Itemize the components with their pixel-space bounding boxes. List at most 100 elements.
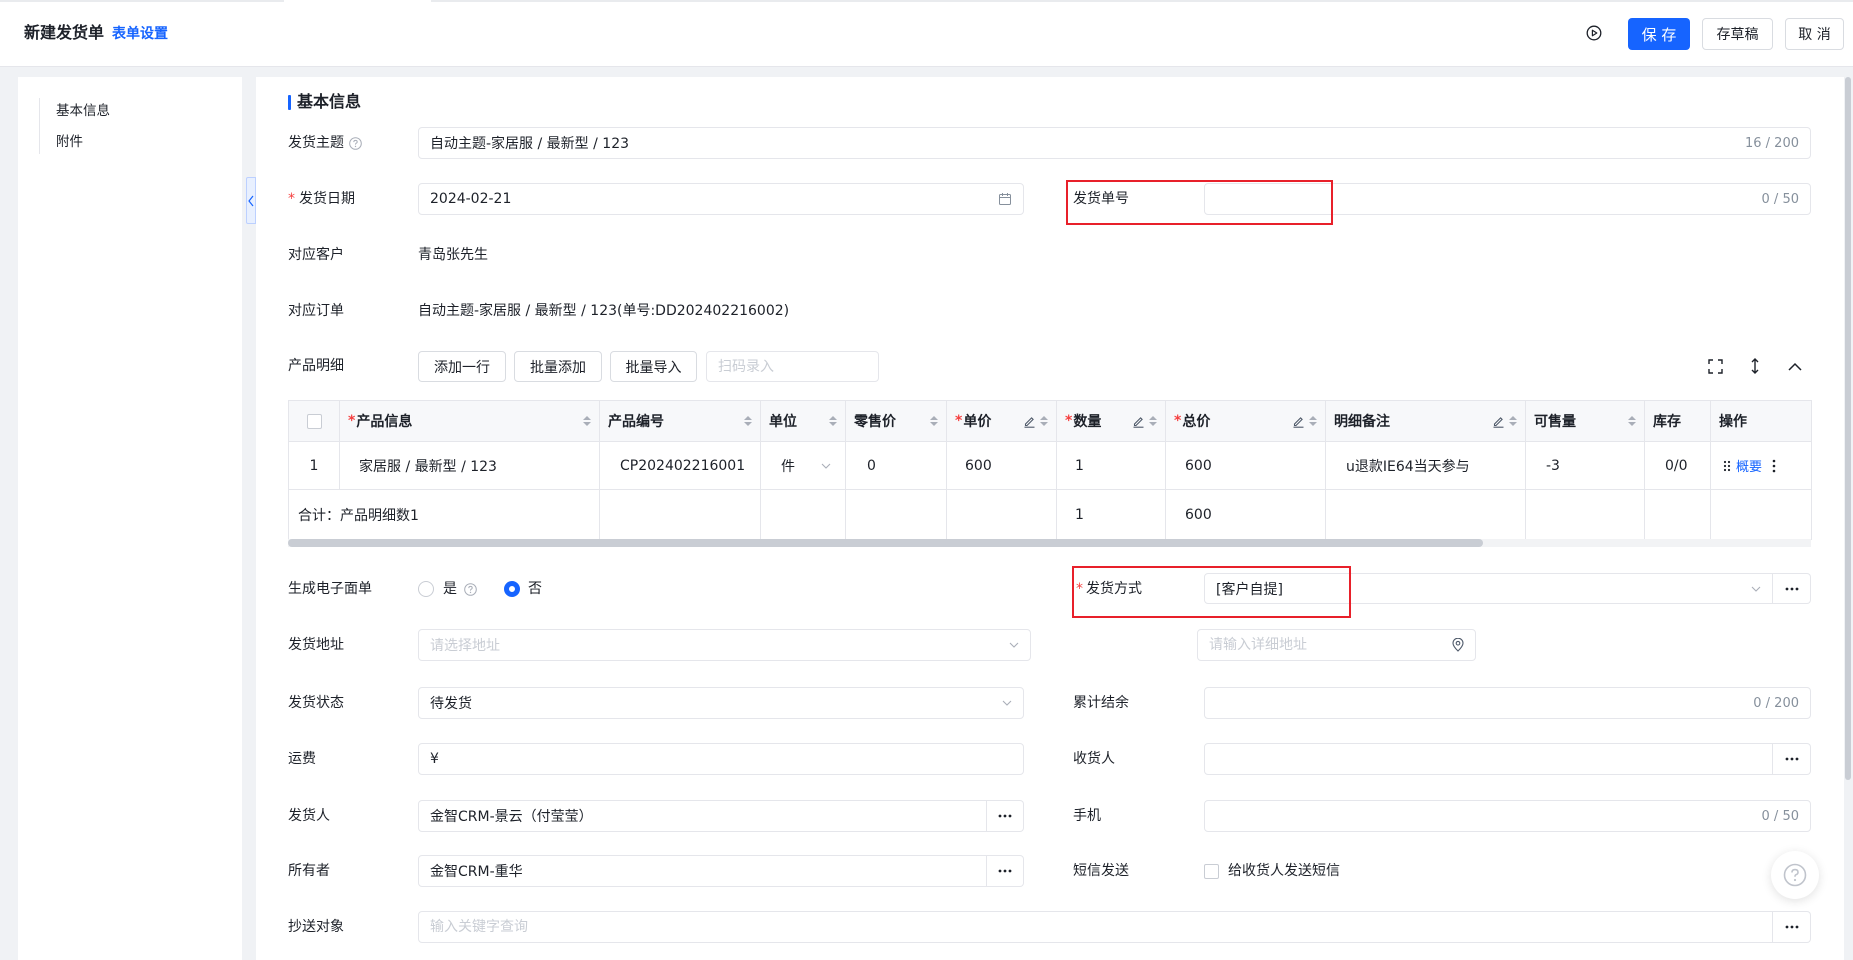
cc-more-button[interactable] — [1773, 911, 1811, 943]
e-waybill-no-radio[interactable] — [504, 581, 520, 597]
collapse-nav-button[interactable] — [246, 177, 256, 224]
form-settings-link[interactable]: 表单设置 — [112, 25, 168, 43]
column-header-stock: 库存 — [1644, 400, 1711, 442]
sort-icon[interactable] — [1509, 416, 1517, 426]
drag-handle-icon[interactable] — [1723, 460, 1731, 472]
balance-input[interactable] — [1216, 688, 1746, 718]
column-header-unit-price[interactable]: * 单价 — [946, 400, 1057, 442]
save-draft-button[interactable]: 存草稿 — [1702, 18, 1773, 50]
cell-total-price[interactable]: 600 — [1165, 441, 1326, 490]
nav-item-basic-info[interactable]: 基本信息 — [56, 101, 110, 121]
column-header-product-code[interactable]: 产品编号 — [599, 400, 761, 442]
column-header-product-info[interactable]: * 产品信息 — [339, 400, 600, 442]
fullscreen-icon[interactable] — [1706, 357, 1724, 375]
table-row[interactable]: 1 家居服 / 最新型 / 123 CP202402216001 件 0 600… — [288, 441, 1812, 490]
chevron-down-icon — [1009, 642, 1019, 648]
shipping-method-select[interactable]: [客户自提] — [1204, 573, 1773, 604]
nav-item-attachments[interactable]: 附件 — [56, 132, 83, 152]
e-waybill-yes-radio[interactable] — [418, 581, 434, 597]
shipper-more-button[interactable] — [987, 800, 1024, 832]
e-waybill-yes-label[interactable]: 是 — [443, 579, 457, 599]
product-table: * 产品信息 产品编号 单位 零售价 * 单价 * 数量 * 总价 明细备注 可售量 库… — [288, 400, 1812, 540]
scan-input[interactable] — [718, 352, 867, 381]
shipper-input[interactable] — [430, 801, 975, 831]
batch-import-button[interactable]: 批量导入 — [610, 351, 697, 382]
shipping-method-more-button[interactable] — [1773, 573, 1811, 604]
more-vertical-icon[interactable] — [1772, 459, 1776, 473]
column-label: 总价 — [1182, 414, 1211, 430]
cancel-button[interactable]: 取 消 — [1785, 18, 1844, 50]
shipment-number-counter: 0 / 50 — [1761, 191, 1799, 207]
date-label-text: 发货日期 — [299, 191, 355, 207]
owner-input[interactable] — [430, 856, 975, 886]
batch-add-button[interactable]: 批量添加 — [514, 351, 602, 382]
page-scrollbar[interactable] — [1845, 77, 1851, 780]
cell-unit[interactable]: 件 — [760, 441, 846, 490]
cell-remark[interactable]: u退款IE64当天参与 — [1325, 441, 1526, 490]
help-icon[interactable] — [464, 583, 477, 596]
required-mark: * — [1174, 413, 1182, 429]
cell-product-info[interactable]: 家居服 / 最新型 / 123 — [339, 441, 600, 490]
summary-link[interactable]: 概要 — [1736, 456, 1762, 475]
subject-counter: 16 / 200 — [1745, 135, 1799, 151]
owner-more-button[interactable] — [987, 855, 1024, 887]
cell-unit-price[interactable]: 600 — [946, 441, 1057, 490]
sort-icon[interactable] — [1628, 416, 1636, 426]
column-header-unit[interactable]: 单位 — [760, 400, 846, 442]
table-scrollbar-thumb[interactable] — [288, 539, 1483, 547]
edit-icon[interactable] — [1023, 415, 1036, 428]
cell-quantity[interactable]: 1 — [1056, 441, 1166, 490]
sort-icon[interactable] — [1149, 416, 1157, 426]
edit-icon[interactable] — [1132, 415, 1145, 428]
freight-input[interactable] — [444, 744, 1012, 774]
sms-checkbox[interactable] — [1204, 864, 1219, 879]
play-circle-icon[interactable] — [1585, 24, 1603, 42]
total-empty-cell — [760, 489, 846, 540]
cell-available: -3 — [1525, 441, 1645, 490]
edit-icon[interactable] — [1292, 415, 1305, 428]
row-height-icon[interactable] — [1746, 357, 1764, 375]
subject-input[interactable] — [430, 128, 1737, 158]
sms-checkbox-label[interactable]: 给收货人发送短信 — [1228, 861, 1340, 881]
help-float-button[interactable] — [1771, 851, 1819, 899]
page-header: 新建发货单 表单设置 保 存 存草稿 取 消 — [0, 0, 1853, 67]
column-header-available[interactable]: 可售量 — [1525, 400, 1645, 442]
receiver-more-button[interactable] — [1773, 743, 1811, 775]
status-select[interactable]: 待发货 — [418, 687, 1024, 719]
column-header-remark[interactable]: 明细备注 — [1325, 400, 1526, 442]
select-all-checkbox[interactable] — [306, 413, 322, 429]
calendar-icon[interactable] — [998, 192, 1012, 206]
e-waybill-no-label[interactable]: 否 — [528, 579, 542, 599]
sort-icon[interactable] — [1309, 416, 1317, 426]
column-header-quantity[interactable]: * 数量 — [1056, 400, 1166, 442]
column-header-total-price[interactable]: * 总价 — [1165, 400, 1326, 442]
phone-input[interactable] — [1216, 801, 1754, 831]
add-row-button[interactable]: 添加一行 — [418, 351, 506, 382]
sort-icon[interactable] — [930, 416, 938, 426]
cc-input[interactable] — [430, 912, 1761, 942]
cell-product-code[interactable]: CP202402216001 — [599, 441, 761, 490]
column-label: 库存 — [1653, 414, 1681, 430]
column-header-retail-price[interactable]: 零售价 — [845, 400, 947, 442]
receiver-input[interactable] — [1216, 744, 1761, 774]
section-nav: 基本信息 附件 — [18, 77, 242, 960]
receiver-label: 收货人 — [1073, 751, 1115, 767]
required-mark: * — [955, 413, 963, 429]
form-panel: 基本信息 发货主题 16 / 200 * 发货日期 发货单号 0 / 50 对应… — [256, 77, 1844, 960]
location-pin-icon[interactable] — [1452, 638, 1464, 652]
chevron-up-icon[interactable] — [1786, 357, 1804, 375]
save-button[interactable]: 保 存 — [1628, 18, 1690, 50]
cell-retail-price[interactable]: 0 — [845, 441, 947, 490]
help-icon[interactable] — [349, 136, 362, 150]
address-select[interactable]: 请选择地址 — [418, 629, 1031, 661]
required-mark: * — [1076, 581, 1083, 597]
date-input[interactable] — [430, 184, 998, 214]
address-detail-input[interactable] — [1209, 630, 1452, 660]
sort-icon[interactable] — [829, 416, 837, 426]
chevron-down-icon — [821, 463, 831, 469]
sort-icon[interactable] — [583, 416, 591, 426]
edit-icon[interactable] — [1492, 415, 1505, 428]
shipment-number-input[interactable] — [1216, 184, 1754, 214]
sort-icon[interactable] — [1040, 416, 1048, 426]
sort-icon[interactable] — [744, 416, 752, 426]
